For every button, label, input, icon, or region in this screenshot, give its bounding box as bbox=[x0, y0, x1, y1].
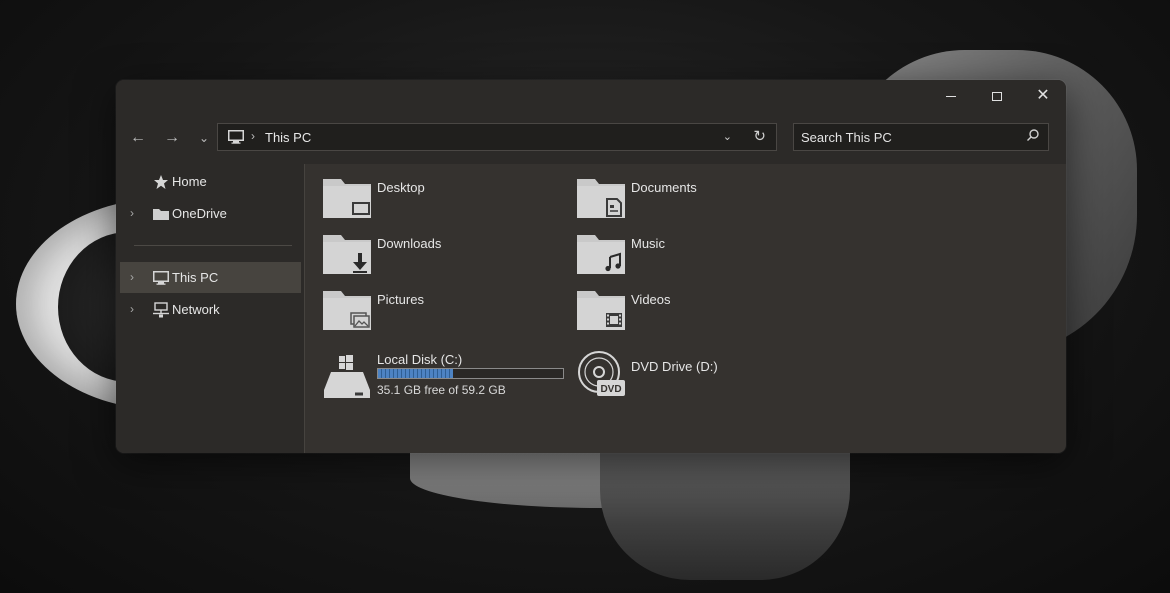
close-button[interactable]: ✕ bbox=[1020, 80, 1066, 112]
folder-music[interactable]: Music bbox=[559, 222, 799, 274]
downloads-folder-icon bbox=[323, 235, 371, 274]
folder-label: Pictures bbox=[377, 292, 424, 307]
recent-locations-button[interactable]: ⌄ bbox=[190, 126, 218, 150]
address-bar[interactable]: › This PC ⌄ ↻ bbox=[217, 123, 777, 151]
sidebar-item-label: Home bbox=[172, 174, 207, 189]
forward-button[interactable]: → bbox=[158, 126, 186, 150]
address-dropdown-icon[interactable]: ⌄ bbox=[723, 130, 732, 143]
sidebar-item-label: This PC bbox=[172, 270, 219, 285]
refresh-icon[interactable]: ↻ bbox=[753, 127, 766, 145]
sidebar-item-label: Network bbox=[172, 302, 220, 317]
videos-folder-icon bbox=[577, 291, 625, 330]
sidebar-item-this-pc[interactable]: › This PC bbox=[120, 262, 301, 293]
navigation-toolbar: ← → ⌄ › This PC ⌄ ↻ Search This PC bbox=[116, 112, 1066, 164]
sidebar-item-home[interactable]: Home bbox=[120, 166, 301, 197]
maximize-button[interactable] bbox=[974, 80, 1020, 112]
computer-icon bbox=[228, 130, 244, 144]
folder-downloads[interactable]: Downloads bbox=[305, 222, 545, 274]
folder-documents[interactable]: Documents bbox=[559, 166, 799, 218]
drive-local-disk-c[interactable]: Local Disk (C:) 35.1 GB free of 59.2 GB bbox=[305, 350, 564, 406]
arrow-left-icon: ← bbox=[130, 129, 146, 146]
sidebar-item-network[interactable]: › Network bbox=[120, 294, 301, 325]
maximize-icon bbox=[992, 91, 1002, 101]
folder-desktop[interactable]: Desktop bbox=[305, 166, 545, 218]
computer-icon bbox=[153, 271, 169, 285]
search-box[interactable]: Search This PC bbox=[793, 123, 1049, 151]
folder-label: Videos bbox=[631, 292, 671, 307]
documents-folder-icon bbox=[577, 179, 625, 218]
back-button[interactable]: ← bbox=[124, 126, 152, 150]
pictures-folder-icon bbox=[323, 291, 371, 330]
dvd-drive-icon: DVD bbox=[578, 351, 625, 396]
expand-chevron-icon[interactable]: › bbox=[130, 302, 134, 316]
content-pane: Desktop Documents Downloads Music Pictur… bbox=[305, 164, 1066, 453]
sidebar-divider bbox=[134, 245, 292, 246]
navigation-pane: Home › OneDrive › This PC › Network bbox=[116, 164, 305, 453]
search-icon bbox=[1027, 129, 1039, 141]
disk-usage-bar bbox=[377, 368, 564, 379]
folder-label: Desktop bbox=[377, 180, 425, 195]
breadcrumb-this-pc[interactable]: This PC bbox=[265, 130, 311, 145]
minimize-icon bbox=[946, 95, 956, 97]
dvd-badge-text: DVD bbox=[600, 384, 621, 395]
star-icon bbox=[154, 175, 168, 189]
folder-icon bbox=[153, 209, 169, 220]
drive-free-space: 35.1 GB free of 59.2 GB bbox=[377, 383, 506, 397]
drive-label: Local Disk (C:) bbox=[377, 352, 463, 367]
network-icon bbox=[153, 302, 169, 318]
chevron-down-icon: ⌄ bbox=[198, 131, 210, 145]
search-placeholder: Search This PC bbox=[801, 130, 892, 145]
close-icon: ✕ bbox=[1036, 87, 1050, 104]
music-folder-icon bbox=[577, 235, 625, 274]
file-explorer-window: ✕ ← → ⌄ › This PC ⌄ ↻ Search This PC Hom… bbox=[116, 80, 1066, 453]
hard-drive-icon bbox=[324, 355, 370, 398]
expand-chevron-icon[interactable]: › bbox=[130, 270, 134, 284]
sidebar-item-onedrive[interactable]: › OneDrive bbox=[120, 198, 301, 229]
disk-usage-fill bbox=[378, 369, 454, 378]
desktop-folder-icon bbox=[323, 179, 371, 218]
drive-dvd-d[interactable]: DVD DVD Drive (D:) bbox=[559, 350, 809, 406]
folder-videos[interactable]: Videos bbox=[559, 278, 799, 330]
folder-label: Documents bbox=[631, 180, 697, 195]
breadcrumb-separator: › bbox=[251, 129, 255, 143]
folder-label: Downloads bbox=[377, 236, 442, 251]
folder-label: Music bbox=[631, 236, 665, 251]
arrow-right-icon: → bbox=[164, 129, 180, 146]
minimize-button[interactable] bbox=[928, 80, 974, 112]
expand-chevron-icon[interactable]: › bbox=[130, 206, 134, 220]
drive-label: DVD Drive (D:) bbox=[631, 359, 718, 374]
sidebar-item-label: OneDrive bbox=[172, 206, 227, 221]
wallpaper-shape-bottom bbox=[600, 440, 850, 580]
folder-pictures[interactable]: Pictures bbox=[305, 278, 545, 330]
title-bar: ✕ bbox=[116, 80, 1066, 112]
